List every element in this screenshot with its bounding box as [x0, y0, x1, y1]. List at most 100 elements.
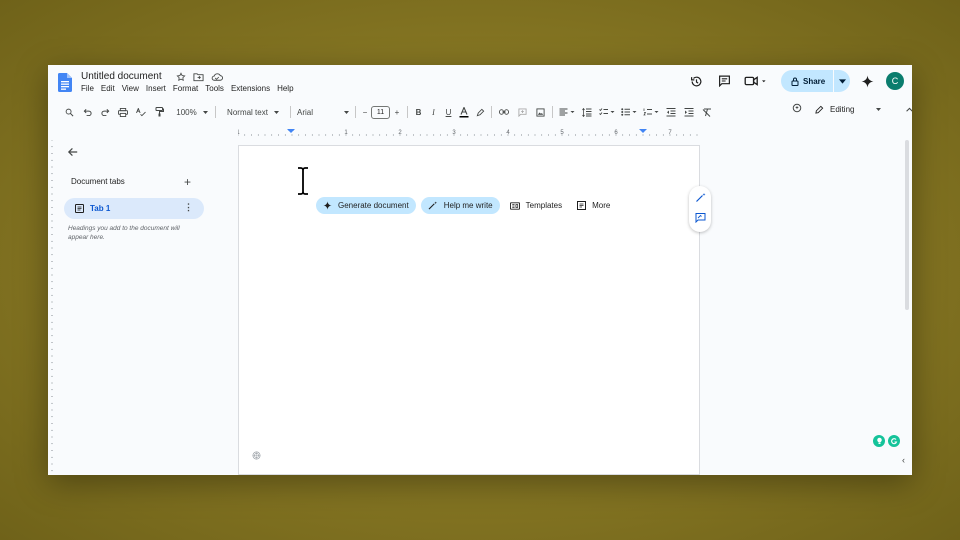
chevron-down-icon — [344, 110, 349, 114]
spellcheck-icon[interactable] — [132, 103, 150, 121]
zoom-dropdown[interactable]: 100% — [172, 103, 212, 121]
title-bar: Untitled document File Edit View Insert … — [48, 65, 912, 99]
grammarly-icon[interactable] — [888, 435, 900, 447]
bold-icon[interactable]: B — [411, 103, 426, 121]
menu-edit[interactable]: Edit — [101, 84, 115, 93]
font-size-input[interactable]: 11 — [371, 103, 390, 121]
document-title[interactable]: Untitled document — [81, 71, 162, 82]
italic-icon[interactable]: I — [426, 103, 441, 121]
templates-label: Templates — [525, 201, 563, 210]
font-size-value: 11 — [371, 105, 390, 119]
font-value: Arial — [297, 107, 314, 117]
generate-document-button[interactable]: Generate document — [316, 197, 416, 214]
print-icon[interactable] — [114, 103, 132, 121]
templates-icon — [509, 201, 520, 210]
line-spacing-icon[interactable] — [578, 103, 596, 121]
zoom-value: 100% — [176, 107, 197, 117]
comments-icon[interactable] — [713, 70, 735, 92]
menu-file[interactable]: File — [81, 84, 94, 93]
help-me-write-label: Help me write — [443, 201, 493, 210]
first-line-indent-marker[interactable] — [288, 129, 294, 131]
chevron-down-icon — [876, 107, 881, 111]
ruler-label: 5 — [560, 130, 564, 136]
add-tab-icon[interactable]: + — [184, 175, 191, 189]
share-label: Share — [803, 76, 826, 86]
paint-format-icon[interactable] — [150, 103, 168, 121]
decrease-indent-icon[interactable] — [662, 103, 680, 121]
clear-formatting-icon[interactable] — [698, 103, 716, 121]
move-folder-icon[interactable] — [192, 71, 205, 83]
text-color-icon[interactable] — [456, 103, 472, 121]
grammarly-widget — [873, 435, 900, 447]
menu-view[interactable]: View — [122, 84, 139, 93]
align-dropdown-icon[interactable] — [556, 103, 578, 121]
insert-comment-icon[interactable] — [513, 103, 531, 121]
insert-image-icon[interactable] — [531, 103, 549, 121]
ruler-label: 2 — [398, 130, 402, 136]
avatar[interactable]: C — [886, 72, 904, 90]
gemini-summary-icon[interactable] — [792, 103, 802, 115]
collapse-panel-icon[interactable]: ‹ — [902, 455, 905, 465]
vertical-scrollbar[interactable] — [905, 140, 909, 310]
quick-start-chips: Generate document Help me write Template… — [316, 197, 615, 214]
font-dropdown[interactable]: Arial — [294, 103, 352, 121]
lightbulb-icon[interactable] — [873, 435, 885, 447]
ruler-label: 7 — [668, 130, 672, 136]
help-me-write-float-icon[interactable] — [695, 190, 706, 208]
pencil-icon — [815, 105, 824, 114]
tab-label: Tab 1 — [90, 204, 111, 213]
sidebar-item-tab-1[interactable]: Tab 1 ⋮ — [64, 198, 204, 219]
smart-chip-icon[interactable] — [252, 451, 261, 460]
horizontal-ruler[interactable]: 1 1 2 3 4 5 6 7 — [238, 128, 700, 137]
search-menus-icon[interactable] — [60, 103, 78, 121]
add-comment-float-icon[interactable] — [695, 210, 706, 228]
increase-indent-icon[interactable] — [680, 103, 698, 121]
star-icon[interactable] — [174, 71, 187, 83]
style-dropdown[interactable]: Normal text — [219, 103, 287, 121]
editing-mode-label: Editing — [830, 104, 855, 114]
undo-icon[interactable] — [78, 103, 96, 121]
menu-insert[interactable]: Insert — [146, 84, 166, 93]
more-label: More — [592, 201, 611, 210]
redo-icon[interactable] — [96, 103, 114, 121]
outline-hint: Headings you add to the document will ap… — [68, 225, 180, 241]
chevron-down-icon — [202, 110, 208, 114]
share-button[interactable]: Share — [781, 70, 850, 92]
more-vert-icon[interactable]: ⋮ — [184, 202, 193, 213]
highlight-color-icon[interactable] — [472, 103, 488, 121]
share-dropdown-icon[interactable] — [834, 78, 850, 84]
hide-menus-icon[interactable] — [906, 105, 912, 114]
bulleted-list-icon[interactable] — [618, 103, 640, 121]
more-button[interactable]: More — [572, 197, 615, 214]
chevron-down-icon — [273, 110, 279, 114]
cloud-status-icon[interactable] — [210, 71, 223, 83]
right-indent-marker[interactable] — [639, 129, 647, 133]
menu-extensions[interactable]: Extensions — [231, 84, 270, 93]
increase-font-size-icon[interactable]: + — [390, 103, 404, 121]
ruler-label: 1 — [344, 130, 348, 136]
help-me-write-button[interactable]: Help me write — [420, 197, 500, 214]
numbered-list-icon[interactable] — [640, 103, 662, 121]
style-value: Normal text — [227, 107, 268, 117]
insert-link-icon[interactable] — [495, 103, 513, 121]
formatting-toolbar: 100% Normal text Arial − 11 + B I U Edit… — [48, 102, 912, 122]
version-history-icon[interactable] — [685, 70, 707, 92]
text-cursor-icon — [298, 166, 308, 196]
underline-icon[interactable]: U — [441, 103, 456, 121]
menu-tools[interactable]: Tools — [205, 84, 224, 93]
templates-button[interactable]: Templates — [505, 197, 567, 214]
ruler-label: 4 — [506, 130, 510, 136]
back-arrow-icon[interactable] — [67, 146, 79, 158]
document-outline-sidebar — [48, 140, 223, 475]
generate-document-label: Generate document — [338, 201, 409, 210]
editing-mode-dropdown[interactable]: Editing — [815, 105, 881, 114]
docs-logo-icon[interactable] — [58, 73, 72, 92]
checklist-icon[interactable] — [596, 103, 618, 121]
decrease-font-size-icon[interactable]: − — [359, 103, 371, 121]
document-page[interactable]: Generate document Help me write Template… — [238, 145, 700, 475]
menu-help[interactable]: Help — [277, 84, 293, 93]
meet-video-icon[interactable] — [741, 70, 771, 92]
gemini-icon[interactable] — [856, 70, 878, 92]
more-blocks-icon — [577, 201, 587, 210]
menu-format[interactable]: Format — [173, 84, 198, 93]
